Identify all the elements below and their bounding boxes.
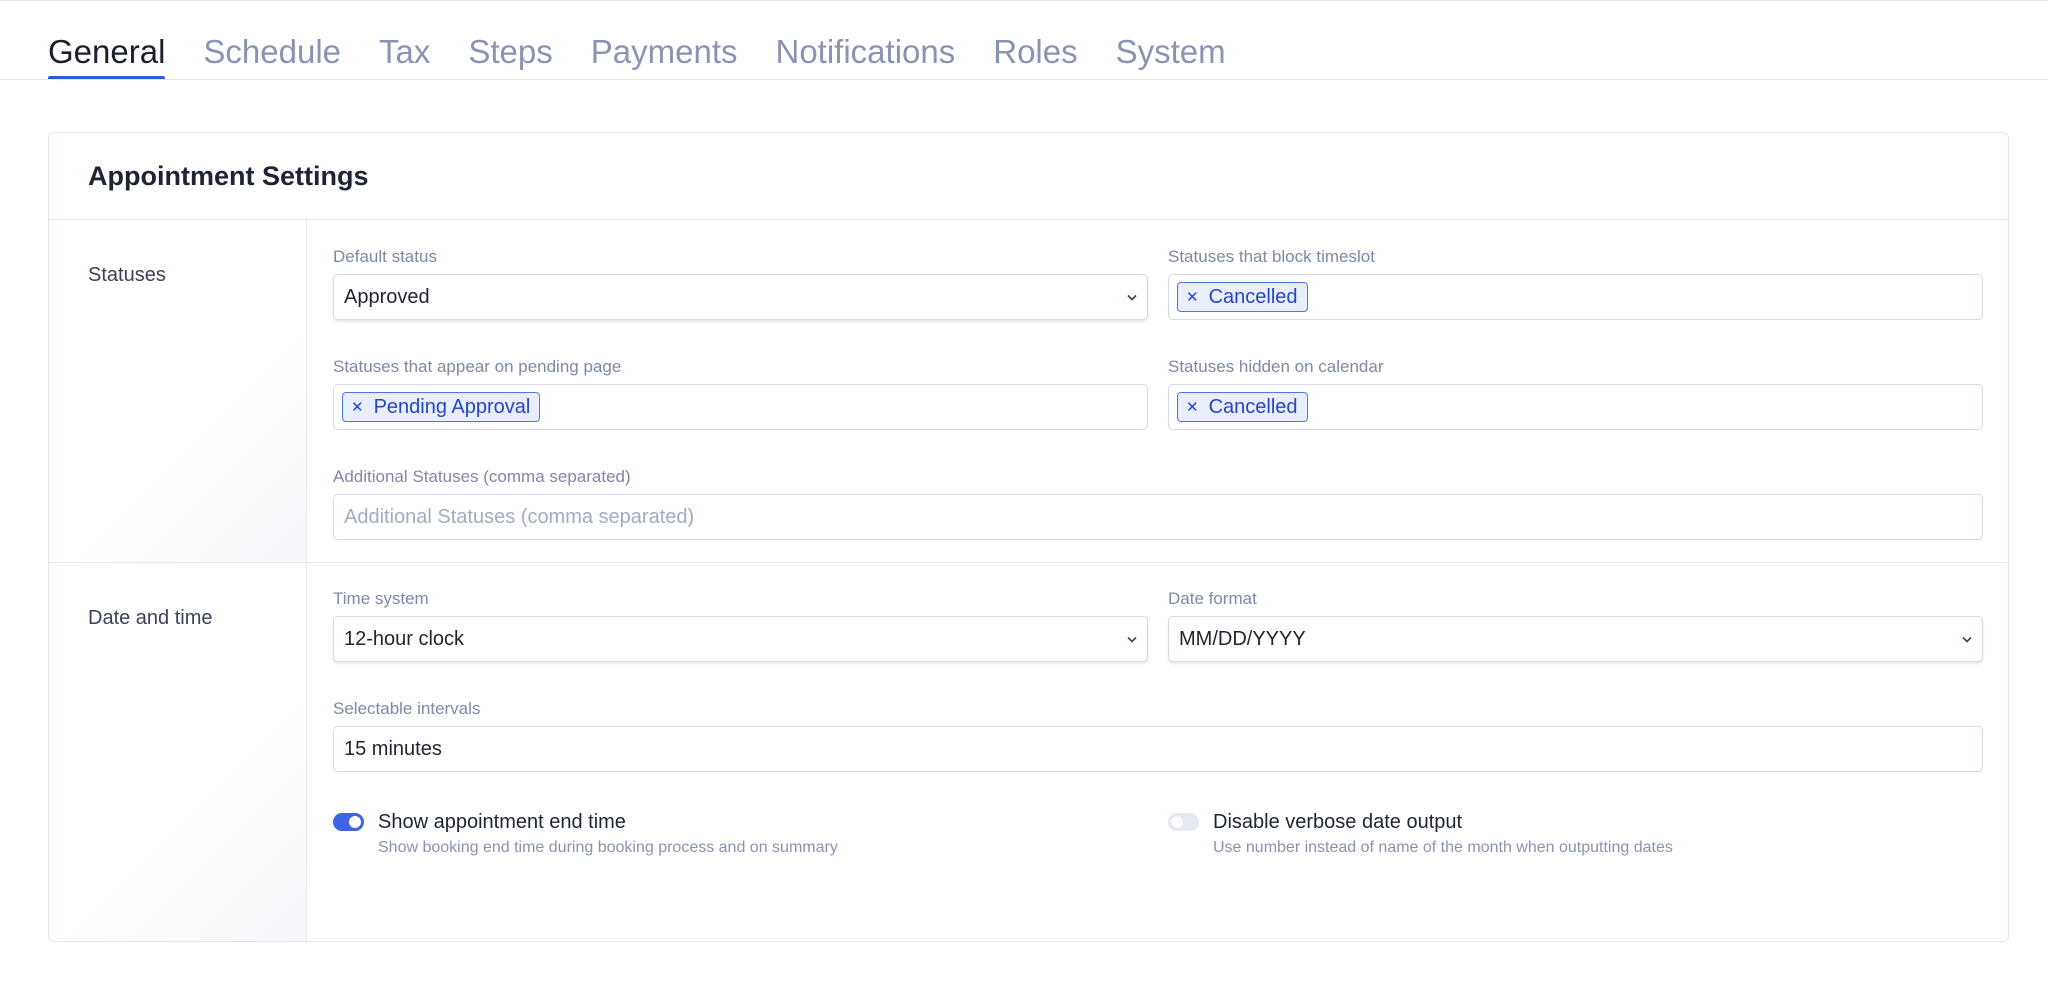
pending-page-multiselect[interactable]: ✕ Pending Approval	[333, 384, 1148, 430]
time-system-label: Time system	[333, 589, 429, 608]
chevron-down-icon	[1125, 287, 1139, 307]
pending-page-label: Statuses that appear on pending page	[333, 357, 622, 376]
toggle-knob	[349, 816, 361, 828]
additional-statuses-placeholder: Additional Statuses (comma separated)	[344, 505, 695, 528]
status-tag-label: Pending Approval	[373, 395, 531, 418]
tab-roles[interactable]: Roles	[993, 28, 1077, 80]
tab-schedule[interactable]: Schedule	[203, 28, 341, 80]
card-title: Appointment Settings	[88, 160, 369, 191]
date-time-section: Date and time Time system 12-hour clock …	[49, 563, 2008, 941]
hidden-calendar-field: Statuses hidden on calendar ✕ Cancelled	[1168, 357, 1983, 430]
close-icon[interactable]: ✕	[1186, 400, 1199, 415]
top-border	[0, 0, 2048, 3]
date-format-select[interactable]: MM/DD/YYYY	[1168, 616, 1983, 662]
date-format-value: MM/DD/YYYY	[1179, 627, 1306, 650]
show-end-time-toggle[interactable]	[333, 813, 364, 831]
default-status-select[interactable]: Approved	[333, 274, 1148, 320]
tabs-divider	[0, 79, 2048, 80]
block-timeslot-field: Statuses that block timeslot ✕ Cancelled	[1168, 247, 1983, 320]
settings-tabs: General Schedule Tax Steps Payments Noti…	[48, 28, 1226, 80]
date-time-section-label: Date and time	[88, 607, 213, 629]
statuses-section: Statuses Default status Approved Statuse…	[49, 220, 2008, 563]
selectable-intervals-value: 15 minutes	[344, 737, 442, 760]
verbose-date-description: Use number instead of name of the month …	[1213, 839, 1673, 856]
status-tag: ✕ Pending Approval	[342, 392, 541, 422]
verbose-date-title: Disable verbose date output	[1213, 811, 1463, 833]
show-end-time-title: Show appointment end time	[378, 811, 626, 833]
verbose-date-toggle[interactable]	[1168, 813, 1199, 831]
appointment-settings-card: Appointment Settings Statuses Default st…	[48, 132, 2009, 942]
chevron-down-icon	[1960, 629, 1974, 649]
time-system-value: 12-hour clock	[344, 627, 465, 650]
tab-tax[interactable]: Tax	[379, 28, 430, 80]
statuses-section-label: Statuses	[88, 264, 166, 286]
default-status-field: Default status Approved	[333, 247, 1148, 320]
date-format-field: Date format MM/DD/YYYY	[1168, 589, 1983, 662]
block-timeslot-label: Statuses that block timeslot	[1168, 247, 1375, 266]
tab-steps[interactable]: Steps	[468, 28, 552, 80]
selectable-intervals-label: Selectable intervals	[333, 699, 481, 718]
additional-statuses-label: Additional Statuses (comma separated)	[333, 467, 631, 486]
selectable-intervals-input[interactable]: 15 minutes	[333, 726, 1983, 772]
pending-page-field: Statuses that appear on pending page ✕ P…	[333, 357, 1148, 430]
block-timeslot-multiselect[interactable]: ✕ Cancelled	[1168, 274, 1983, 320]
status-tag: ✕ Cancelled	[1177, 282, 1308, 312]
selectable-intervals-field: Selectable intervals 15 minutes	[333, 699, 1983, 772]
show-end-time-description: Show booking end time during booking pro…	[378, 839, 838, 856]
date-format-label: Date format	[1168, 589, 1257, 608]
chevron-down-icon	[1125, 629, 1139, 649]
hidden-calendar-label: Statuses hidden on calendar	[1168, 357, 1384, 376]
close-icon[interactable]: ✕	[351, 400, 364, 415]
status-tag: ✕ Cancelled	[1177, 392, 1308, 422]
default-status-label: Default status	[333, 247, 437, 266]
tab-general[interactable]: General	[48, 28, 166, 80]
statuses-section-body: Default status Approved Statuses that bl…	[307, 220, 2008, 562]
statuses-section-side: Statuses	[49, 220, 307, 562]
status-tag-label: Cancelled	[1208, 285, 1298, 308]
card-header: Appointment Settings	[49, 133, 2008, 220]
verbose-date-text: Disable verbose date output Use number i…	[1213, 809, 1673, 857]
tab-system[interactable]: System	[1116, 28, 1226, 80]
tab-payments[interactable]: Payments	[591, 28, 738, 80]
additional-statuses-input[interactable]: Additional Statuses (comma separated)	[333, 494, 1983, 540]
hidden-calendar-multiselect[interactable]: ✕ Cancelled	[1168, 384, 1983, 430]
status-tag-label: Cancelled	[1208, 395, 1298, 418]
show-end-time-row: Show appointment end time Show booking e…	[333, 809, 838, 857]
time-system-select[interactable]: 12-hour clock	[333, 616, 1148, 662]
time-system-field: Time system 12-hour clock	[333, 589, 1148, 662]
tab-notifications[interactable]: Notifications	[776, 28, 956, 80]
date-time-section-side: Date and time	[49, 563, 307, 941]
default-status-value: Approved	[344, 285, 430, 308]
verbose-date-row: Disable verbose date output Use number i…	[1168, 809, 1673, 857]
toggle-knob	[1171, 816, 1183, 828]
date-time-section-body: Time system 12-hour clock Date format MM…	[307, 563, 2008, 941]
additional-statuses-field: Additional Statuses (comma separated) Ad…	[333, 467, 1983, 540]
close-icon[interactable]: ✕	[1186, 290, 1199, 305]
show-end-time-text: Show appointment end time Show booking e…	[378, 809, 838, 857]
